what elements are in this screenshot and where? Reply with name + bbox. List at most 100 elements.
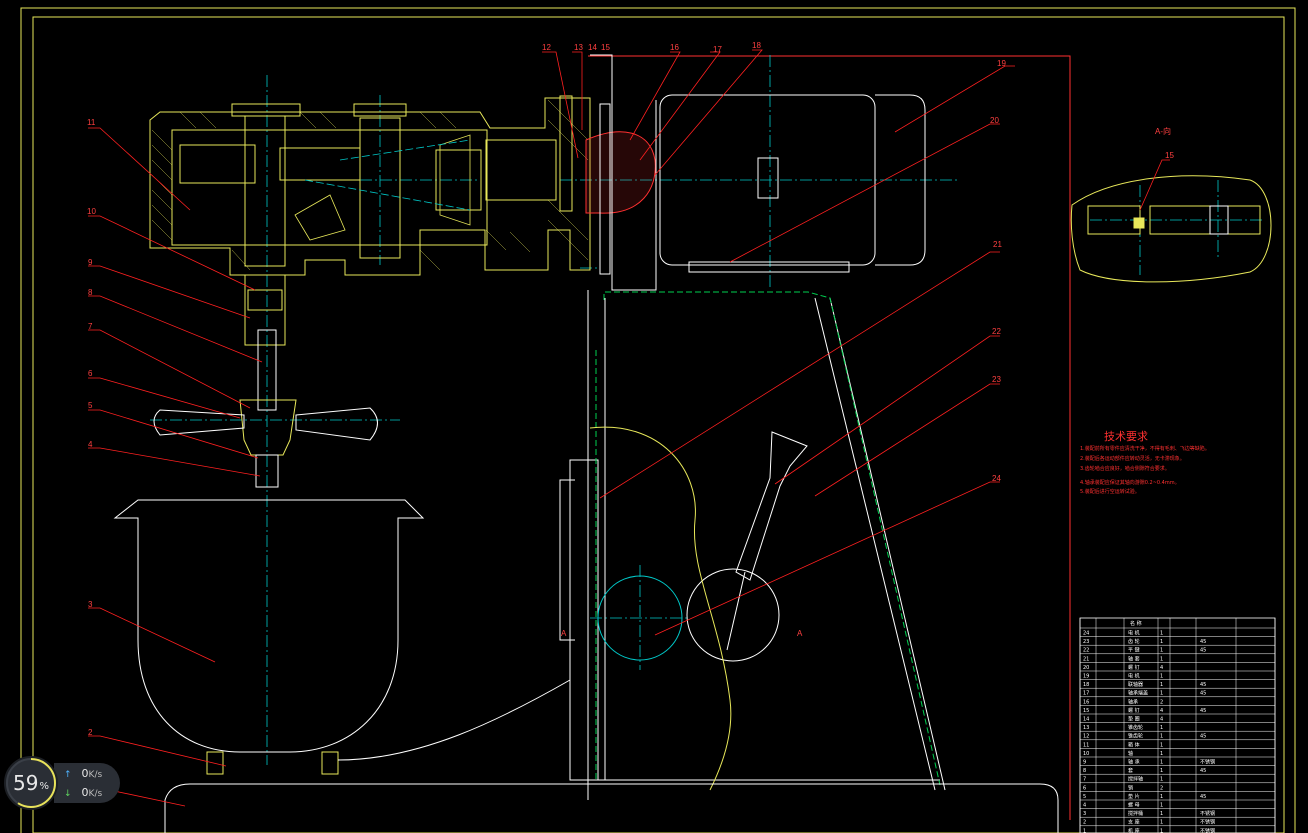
table-cell: 螺 母: [1128, 802, 1140, 809]
table-cell: 24: [1083, 631, 1089, 637]
callout-14: 14: [588, 43, 597, 52]
requirement-line-2: 2.装配后各运动部件应转动灵活，无卡滞现象。: [1080, 455, 1185, 462]
table-cell: 1: [1160, 674, 1163, 680]
upload-arrow-icon: ↑: [64, 770, 72, 780]
callout-2: 2: [88, 728, 93, 737]
table-cell: 1: [1160, 768, 1163, 774]
requirements-title: 技术要求: [1104, 430, 1148, 443]
download-unit: K/s: [88, 789, 103, 799]
table-cell: 13: [1083, 725, 1089, 731]
table-cell: 轴承端盖: [1128, 690, 1148, 697]
table-cell: 箱 体: [1128, 741, 1140, 748]
table-cell: 1: [1160, 631, 1163, 637]
bevel-gears: [294, 134, 471, 241]
table-cell: 垫 片: [1128, 793, 1140, 800]
table-cell: 1: [1083, 828, 1086, 833]
column-dashed-outline: [595, 291, 941, 786]
callout-23: 23: [992, 375, 1001, 384]
table-cell: 锥齿轮: [1128, 733, 1143, 740]
table-cell: 搅拌轴: [1128, 776, 1143, 783]
table-cell: 1: [1160, 760, 1163, 766]
table-cell: 1: [1160, 811, 1163, 817]
table-cell: 4: [1160, 717, 1163, 723]
table-cell: 套: [1128, 767, 1133, 774]
table-cell: 机 座: [1128, 827, 1140, 833]
table-cell: 1: [1160, 828, 1163, 833]
table-cell: 1: [1160, 639, 1163, 645]
requirement-line-4: 4.轴承装配应保证其轴向游隙0.2~0.4mm。: [1080, 479, 1180, 486]
network-monitor-widget[interactable]: ↑ 0K/s ↓ 0K/s 59%: [4, 756, 120, 810]
callout-5: 5: [88, 401, 93, 410]
callout-19: 19: [997, 59, 1006, 68]
table-cell: 18: [1083, 682, 1089, 688]
table-cell: 4: [1160, 708, 1163, 714]
download-arrow-icon: ↓: [64, 789, 72, 799]
table-cell: 轴 承: [1128, 759, 1140, 766]
table-cell: 23: [1083, 639, 1089, 645]
table-cell: 4: [1083, 803, 1086, 809]
callout-20: 20: [990, 116, 999, 125]
requirement-line-5: 5.装配后进行空运转试验。: [1080, 488, 1140, 495]
usage-ring: [6, 758, 56, 808]
table-cell: 21: [1083, 656, 1089, 662]
table-cell: 1: [1160, 794, 1163, 800]
table-cell: 1: [1160, 803, 1163, 809]
callout-22: 22: [992, 327, 1001, 336]
table-cell: 2: [1083, 820, 1086, 826]
table-cell: 45: [1200, 708, 1206, 714]
callout-16: 16: [670, 43, 679, 52]
table-cell: 不锈钢: [1200, 827, 1215, 833]
callout-15: 15: [601, 43, 610, 52]
table-cell: 2: [1160, 785, 1163, 791]
lift-handle: [589, 426, 808, 791]
table-cell: 1: [1160, 777, 1163, 783]
table-cell: 轴: [1128, 750, 1133, 757]
table-cell: 1: [1160, 751, 1163, 757]
gearbox-housing: [149, 95, 591, 346]
table-cell: 锥齿轮: [1128, 724, 1143, 731]
table-cell: 10: [1083, 751, 1089, 757]
table-cell: 7: [1083, 777, 1086, 783]
table-cell: 3: [1083, 811, 1086, 817]
table-cell: 17: [1083, 691, 1089, 697]
table-cell: 螺 钉: [1128, 707, 1140, 714]
callout-21: 21: [993, 240, 1002, 249]
callout-12: 12: [542, 43, 551, 52]
callout-11: 11: [87, 118, 96, 127]
table-header-name: 名 称: [1130, 620, 1142, 627]
parts-list-table: 名 称 24 电 机 123 齿 轮 1 4522 平 键 1 4521 轴 套 120 螺 钉 419…: [1079, 617, 1276, 833]
table-cell: 2: [1160, 699, 1163, 705]
callout-6: 6: [88, 369, 93, 378]
callout-17: 17: [713, 45, 722, 54]
view-a-label: A-向: [1155, 126, 1171, 136]
table-cell: 45: [1200, 691, 1206, 697]
table-cell: 45: [1200, 648, 1206, 654]
table-cell: 45: [1200, 639, 1206, 645]
table-cell: 垫 圈: [1128, 716, 1140, 723]
table-cell: 12: [1083, 734, 1089, 740]
callout-9: 9: [88, 258, 93, 267]
requirement-line-3: 3.齿轮啮合应良好，啮合侧隙符合要求。: [1080, 465, 1170, 472]
cad-drawing-canvas[interactable]: 11 10 9 8 7 6 5 4 3 2 1 12 13 14 15 16 1…: [0, 0, 1308, 833]
table-cell: 5: [1083, 794, 1086, 800]
table-cell: 不锈钢: [1200, 810, 1215, 817]
table-cell: 1: [1160, 820, 1163, 826]
table-cell: 销: [1128, 784, 1133, 791]
table-cell: 不锈钢: [1200, 759, 1215, 766]
table-cell: 45: [1200, 734, 1206, 740]
table-cell: 16: [1083, 699, 1089, 705]
table-cell: 1: [1160, 725, 1163, 731]
table-cell: 轴承: [1128, 698, 1138, 705]
callout-13: 13: [574, 43, 583, 52]
table-cell: 1: [1160, 691, 1163, 697]
table-cell: 8: [1083, 768, 1086, 774]
centerlines: [150, 55, 1265, 765]
callout-3: 3: [88, 600, 93, 609]
callout-18: 18: [752, 41, 761, 50]
table-cell: 11: [1083, 742, 1089, 748]
coupling: [585, 131, 656, 214]
upload-row: ↑ 0K/s: [64, 766, 102, 782]
table-cell: 搅拌桶: [1128, 810, 1143, 817]
callout-10: 10: [87, 207, 96, 216]
table-cell: 螺 钉: [1128, 664, 1140, 671]
